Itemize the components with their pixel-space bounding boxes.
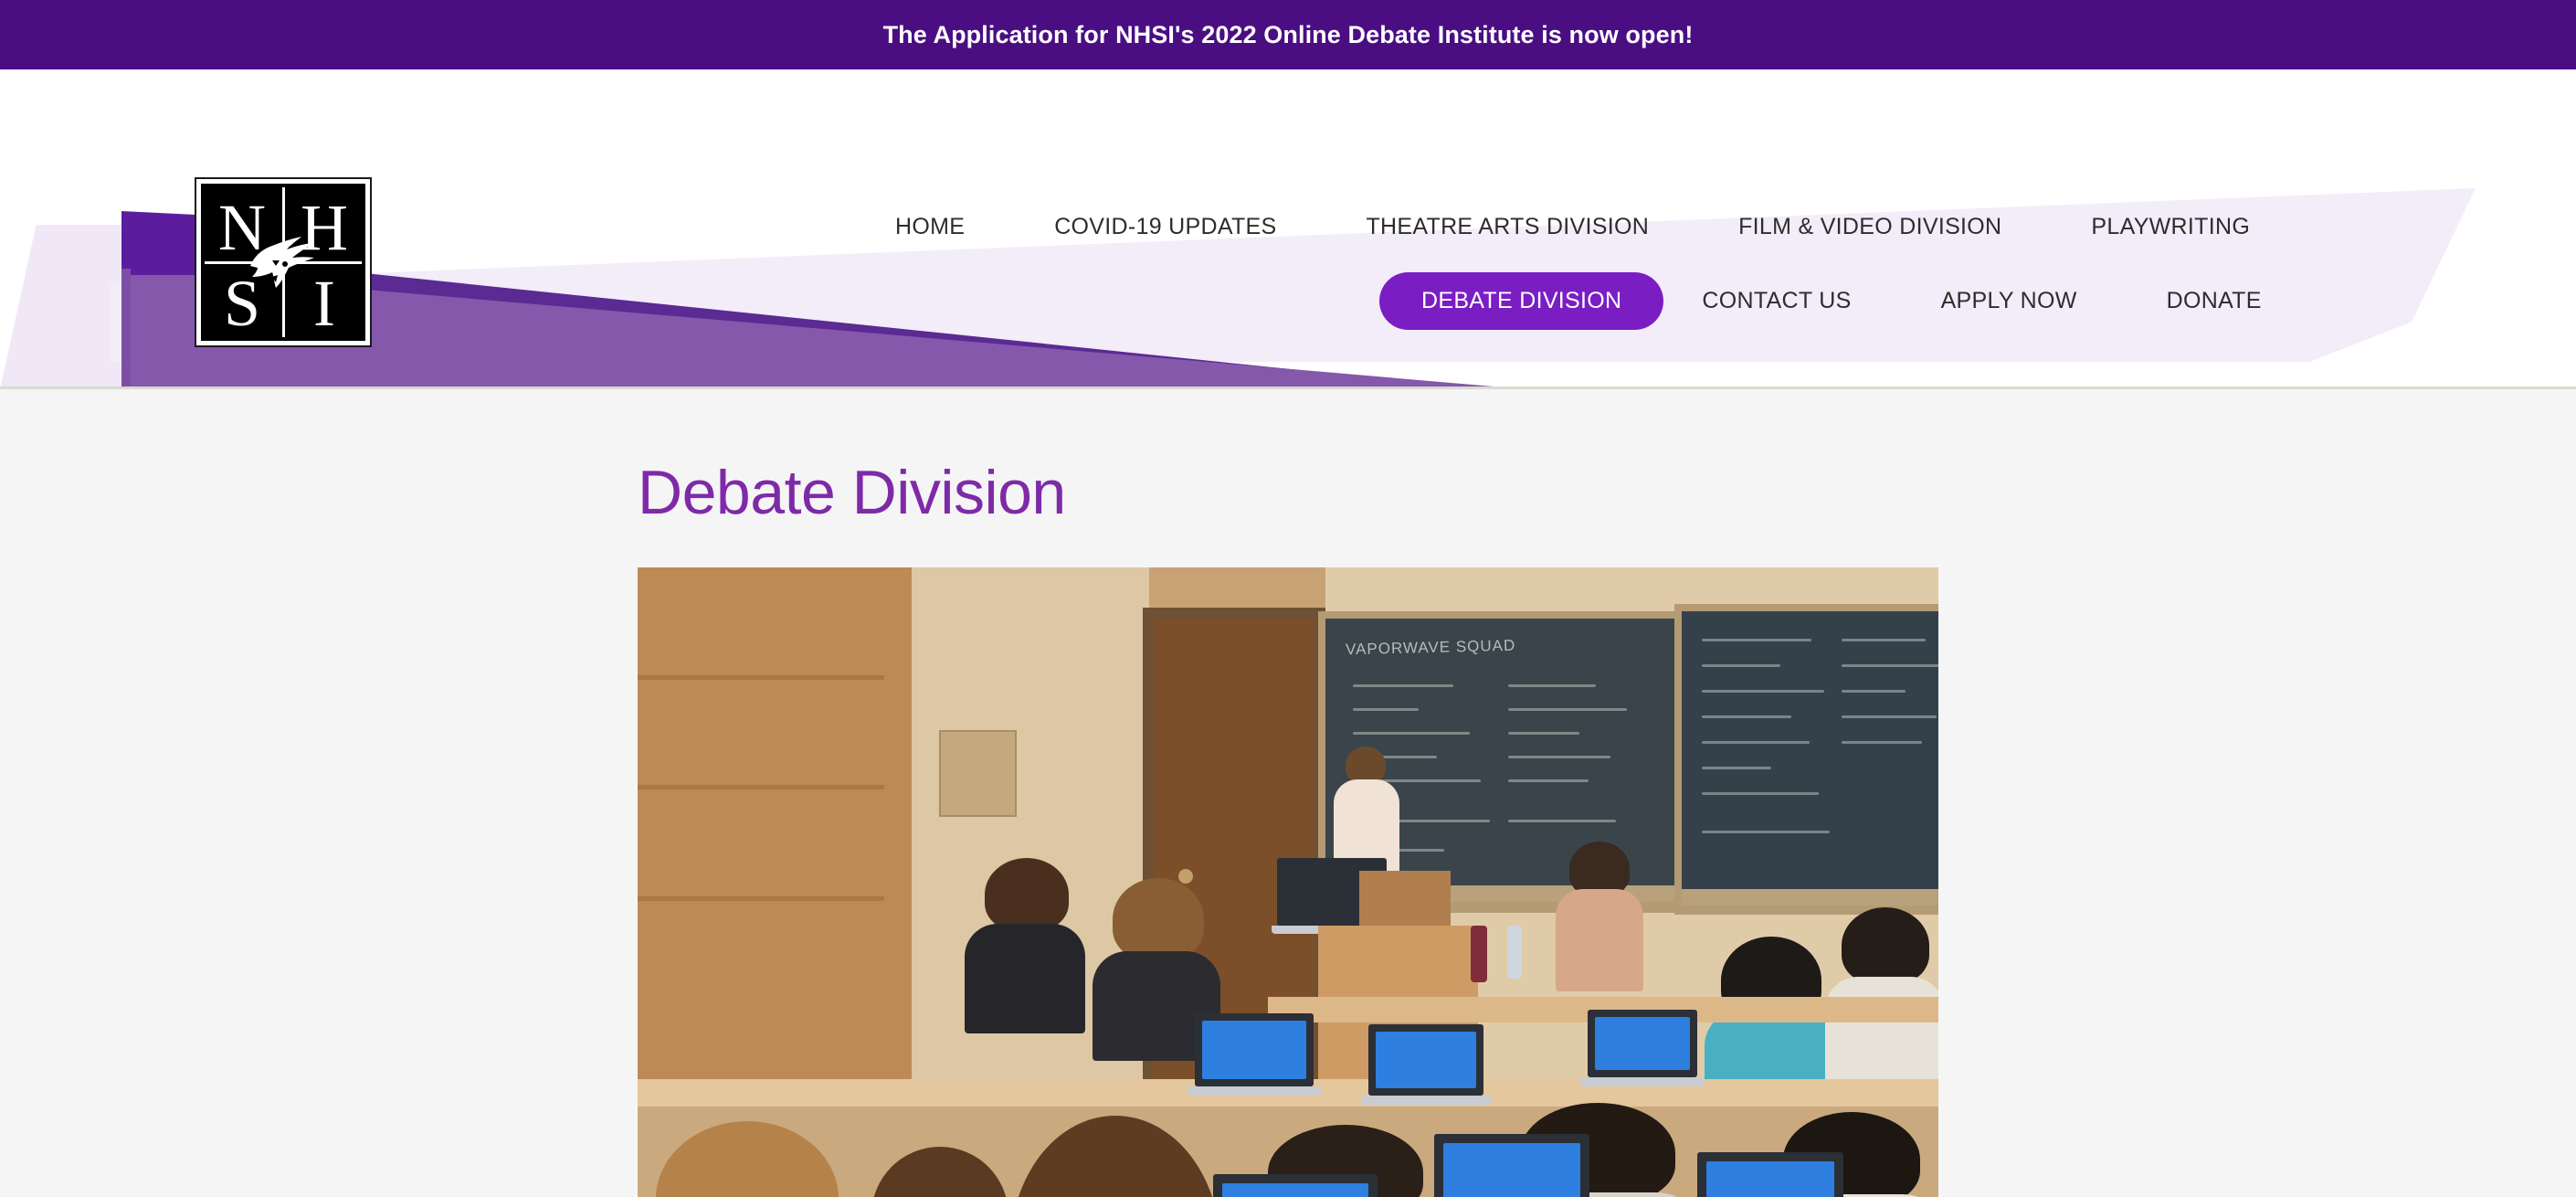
photo-laptop-screen-fg-2 — [1222, 1183, 1368, 1197]
nav-item-playwriting[interactable]: PLAYWRITING — [2091, 214, 2250, 240]
photo-student-hair-mid-2 — [985, 858, 1069, 932]
primary-navigation-row-2: DEBATE DIVISION CONTACT US APPLY NOW DON… — [1379, 272, 2262, 330]
site-header: N H S I The Cherubs at Northwestern Univ… — [0, 69, 2576, 389]
photo-laptop-screen-3 — [1595, 1017, 1690, 1071]
nav-item-apply-now[interactable]: APPLY NOW — [1941, 288, 2077, 314]
photo-instructor-hair — [1346, 747, 1386, 784]
primary-navigation-row-1: HOME COVID-19 UPDATES THEATRE ARTS DIVIS… — [895, 214, 2250, 240]
page-title: Debate Division — [638, 458, 1066, 527]
photo-water-bottle-1 — [1471, 926, 1487, 983]
photo-laptop-screen-fg-4 — [1706, 1161, 1834, 1197]
debate-classroom-photo: VAPORWAVE SQUAD — [638, 567, 1938, 1197]
photo-wall-left — [638, 567, 912, 1080]
nav-item-debate-division[interactable]: DEBATE DIVISION — [1379, 272, 1664, 330]
site-logo[interactable]: N H S I — [195, 177, 372, 353]
photo-chalkboard-right — [1682, 611, 1938, 906]
photo-laptop-screen-1 — [1202, 1021, 1306, 1080]
content-container: Debate Division VAPORWAVE SQUAD — [638, 389, 1938, 1197]
photo-laptop-screen-2 — [1376, 1032, 1476, 1089]
photo-wall-seam-1 — [638, 675, 884, 681]
photo-water-bottle-2 — [1507, 926, 1522, 980]
photo-student-hair-mid-5 — [1842, 907, 1929, 985]
photo-chalk-tray-right — [1682, 889, 1938, 906]
hero-photo-container: VAPORWAVE SQUAD — [638, 567, 1938, 1197]
photo-wall-seam-2 — [638, 785, 884, 790]
nav-item-home[interactable]: HOME — [895, 214, 965, 240]
wildcat-head-icon — [250, 237, 314, 288]
main-content: Debate Division VAPORWAVE SQUAD — [0, 389, 2576, 1197]
nav-item-film-video-division[interactable]: FILM & VIDEO DIVISION — [1738, 214, 2001, 240]
announcement-text: The Application for NHSI's 2022 Online D… — [882, 20, 1694, 48]
photo-laptop-screen-fg-3 — [1443, 1143, 1580, 1197]
photo-student-hair-mid-3 — [1113, 878, 1204, 961]
announcement-bar: The Application for NHSI's 2022 Online D… — [0, 0, 2576, 69]
photo-wall-poster — [939, 730, 1017, 818]
nav-item-theatre-arts-division[interactable]: THEATRE ARTS DIVISION — [1366, 214, 1649, 240]
nhsi-logo-mark: N H S I — [195, 177, 372, 347]
photo-wall-seam-3 — [638, 896, 884, 902]
photo-laptop-base-3 — [1580, 1077, 1705, 1087]
photo-student-mid-5 — [1825, 977, 1938, 1093]
photo-laptop-base-1 — [1188, 1086, 1321, 1096]
photo-laptop-base-2 — [1361, 1096, 1491, 1106]
photo-student-mid-2 — [965, 924, 1085, 1034]
nav-item-covid-updates[interactable]: COVID-19 UPDATES — [1054, 214, 1276, 240]
nav-item-donate[interactable]: DONATE — [2167, 288, 2262, 314]
photo-student-mid-1 — [1556, 889, 1643, 992]
chalkboard-text-vaporwave: VAPORWAVE SQUAD — [1345, 637, 1516, 659]
nav-item-contact-us[interactable]: CONTACT US — [1702, 288, 1851, 314]
photo-student-hair-mid-1 — [1569, 842, 1630, 897]
